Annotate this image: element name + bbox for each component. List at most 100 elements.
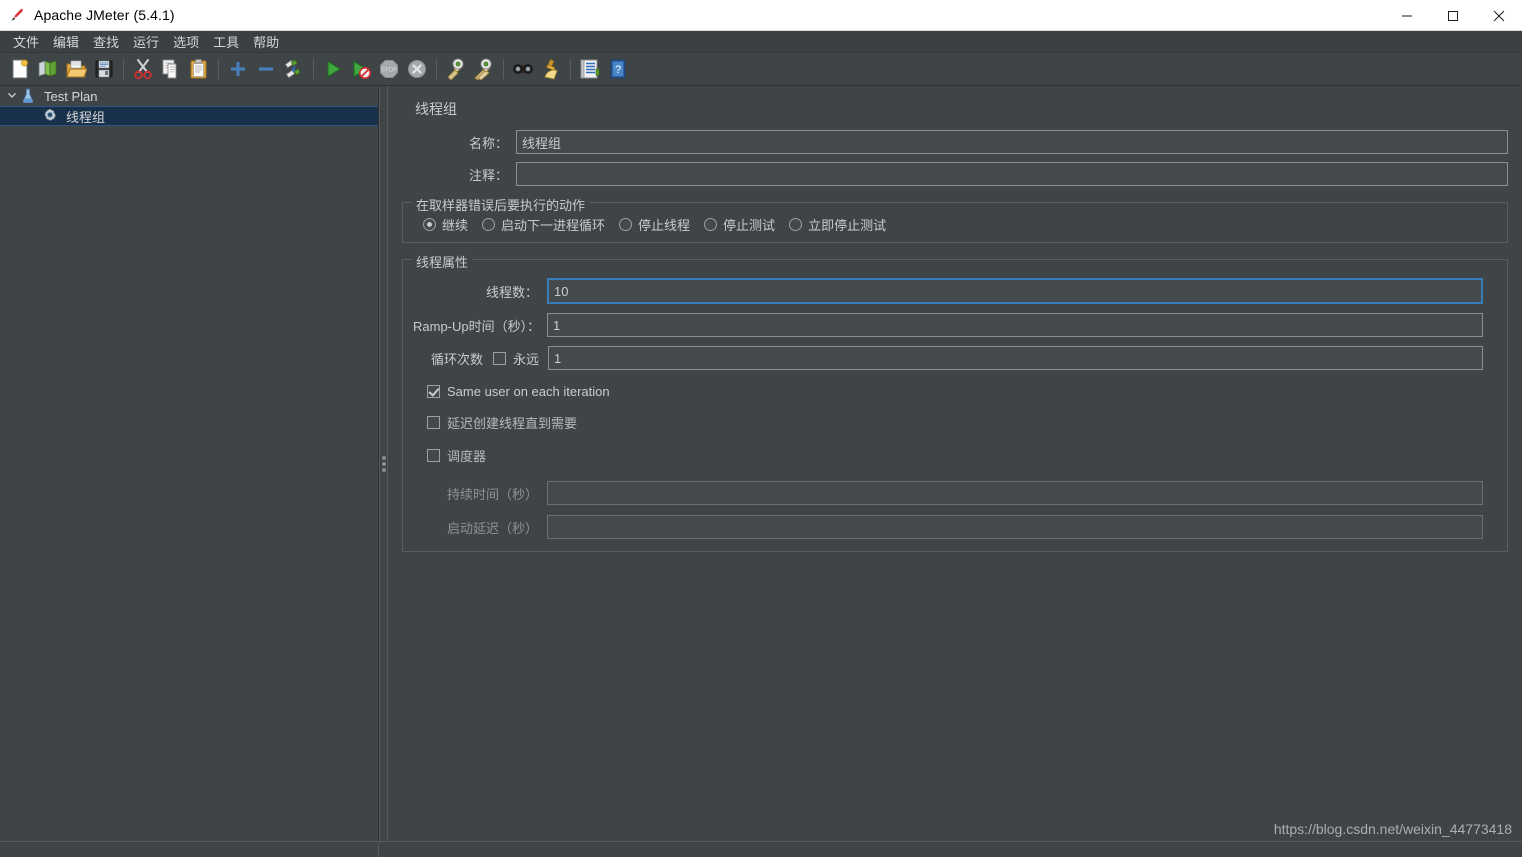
splitter-grip-icon xyxy=(381,455,386,472)
duration-input[interactable] xyxy=(547,481,1483,505)
name-field-label: 名称： xyxy=(468,135,508,151)
radio-stop-test-label: 停止测试 xyxy=(723,218,776,233)
test-plan-tree[interactable]: Test Plan 线程组 xyxy=(0,86,379,841)
thread-properties-group: 线程属性 线程数： 10 Ramp-Up时间（秒）： 1 循环次数 永远 1 S… xyxy=(402,252,1508,552)
clear-icon[interactable] xyxy=(443,56,469,82)
menu-run[interactable]: 运行 xyxy=(126,30,166,53)
duration-label: 持续时间（秒） xyxy=(446,486,538,502)
delay-thread-creation-checkbox-label: 延迟创建线程直到需要 xyxy=(447,416,578,431)
status-bar-right xyxy=(379,842,1522,857)
search-icon[interactable] xyxy=(510,56,536,82)
startup-delay-input[interactable] xyxy=(547,515,1483,539)
chevron-down-icon[interactable] xyxy=(4,90,20,103)
menu-help[interactable]: 帮助 xyxy=(246,30,286,53)
comment-field-label: 注释： xyxy=(468,167,508,183)
forever-checkbox[interactable]: 永远 xyxy=(493,349,540,368)
radio-stop-test[interactable]: 停止测试 xyxy=(704,215,775,234)
minimize-button[interactable] xyxy=(1384,0,1430,31)
delay-thread-creation-checkbox[interactable]: 延迟创建线程直到需要 xyxy=(427,413,1497,432)
radio-continue[interactable]: 继续 xyxy=(423,215,468,234)
scheduler-checkbox[interactable]: 调度器 xyxy=(427,446,1497,465)
delay-thread-creation-checkbox-indicator[interactable] xyxy=(427,416,440,429)
radio-stop-test-now-indicator[interactable] xyxy=(789,218,803,231)
forever-checkbox-label: 永远 xyxy=(513,351,540,367)
sampler-error-action-group: 在取样器错误后要执行的动作 继续 启动下一进程循环 停止线程 停止测试 立即停止… xyxy=(402,195,1508,243)
thread-group-gear-icon xyxy=(42,108,60,124)
start-no-timers-icon[interactable] xyxy=(348,56,374,82)
toggle-icon[interactable] xyxy=(281,56,307,82)
toolbar: STOP ? xyxy=(0,53,1522,86)
menu-search[interactable]: 查找 xyxy=(86,30,126,53)
stop-icon[interactable]: STOP xyxy=(376,56,402,82)
num-threads-input[interactable]: 10 xyxy=(547,278,1483,304)
svg-text:?: ? xyxy=(615,64,621,76)
radio-stop-test-indicator[interactable] xyxy=(704,218,718,231)
page-title: 线程组 xyxy=(415,101,457,117)
jmeter-feather-icon xyxy=(9,7,25,23)
start-icon[interactable] xyxy=(320,56,346,82)
paste-icon[interactable] xyxy=(186,56,212,82)
radio-start-next-loop[interactable]: 启动下一进程循环 xyxy=(482,215,605,234)
radio-stop-thread-label: 停止线程 xyxy=(638,218,691,233)
tree-node-thread-group[interactable]: 线程组 xyxy=(0,106,378,126)
tree-node-test-plan[interactable]: Test Plan xyxy=(0,86,378,106)
radio-start-next-loop-label: 启动下一进程循环 xyxy=(501,218,606,233)
shutdown-icon[interactable] xyxy=(404,56,430,82)
sampler-error-action-title: 在取样器错误后要执行的动作 xyxy=(412,195,590,214)
menu-tools[interactable]: 工具 xyxy=(206,30,246,53)
toolbar-separator xyxy=(123,59,124,79)
radio-stop-thread[interactable]: 停止线程 xyxy=(619,215,690,234)
expand-all-icon[interactable] xyxy=(225,56,251,82)
loop-count-input[interactable]: 1 xyxy=(548,346,1483,370)
clear-all-icon[interactable] xyxy=(471,56,497,82)
radio-stop-thread-indicator[interactable] xyxy=(619,218,633,231)
open-icon[interactable] xyxy=(63,56,89,82)
window-title-bar: Apache JMeter (5.4.1) xyxy=(0,0,1522,31)
toolbar-separator xyxy=(436,59,437,79)
toolbar-separator xyxy=(570,59,571,79)
radio-continue-label: 继续 xyxy=(442,218,469,233)
same-user-checkbox[interactable]: Same user on each iteration xyxy=(427,384,1497,399)
reset-search-icon[interactable] xyxy=(538,56,564,82)
templates-icon[interactable] xyxy=(35,56,61,82)
window-controls xyxy=(1384,0,1522,31)
forever-checkbox-indicator[interactable] xyxy=(493,351,506,365)
menu-edit[interactable]: 编辑 xyxy=(46,30,86,53)
scheduler-checkbox-label: 调度器 xyxy=(447,449,487,464)
toolbar-separator xyxy=(503,59,504,79)
name-input[interactable]: 线程组 xyxy=(516,130,1508,154)
scheduler-checkbox-indicator[interactable] xyxy=(427,449,440,462)
main-content: Test Plan 线程组 线程组 名称： 线程组 注释： 在取样器错误后要执行… xyxy=(0,86,1522,841)
function-helper-icon[interactable] xyxy=(577,56,603,82)
help-icon[interactable]: ? xyxy=(605,56,631,82)
maximize-button[interactable] xyxy=(1430,0,1476,31)
save-icon[interactable] xyxy=(91,56,117,82)
panel-splitter[interactable] xyxy=(379,86,388,841)
radio-start-next-loop-indicator[interactable] xyxy=(482,218,496,231)
radio-continue-indicator[interactable] xyxy=(423,218,436,231)
close-button[interactable] xyxy=(1476,0,1522,31)
cut-icon[interactable] xyxy=(130,56,156,82)
tree-node-label: 线程组 xyxy=(66,109,106,125)
radio-stop-test-now[interactable]: 立即停止测试 xyxy=(789,215,886,234)
comment-input[interactable] xyxy=(516,162,1508,186)
tree-node-label: Test Plan xyxy=(44,88,98,104)
status-bar-left xyxy=(0,842,379,857)
loop-count-label: 循环次数 xyxy=(430,351,483,367)
menu-options[interactable]: 选项 xyxy=(166,30,206,53)
menu-file[interactable]: 文件 xyxy=(6,30,46,53)
num-threads-label: 线程数： xyxy=(485,284,538,300)
test-plan-icon xyxy=(20,88,38,104)
copy-icon[interactable] xyxy=(158,56,184,82)
toolbar-separator xyxy=(218,59,219,79)
ramp-up-input[interactable]: 1 xyxy=(547,313,1483,337)
thread-group-config-panel: 线程组 名称： 线程组 注释： 在取样器错误后要执行的动作 继续 启动下一进程循… xyxy=(388,86,1522,841)
radio-stop-test-now-label: 立即停止测试 xyxy=(808,218,887,233)
window-title-text: Apache JMeter (5.4.1) xyxy=(34,7,175,23)
new-icon[interactable] xyxy=(7,56,33,82)
startup-delay-label: 启动延迟（秒） xyxy=(446,520,538,536)
status-bar xyxy=(0,841,1522,857)
collapse-all-icon[interactable] xyxy=(253,56,279,82)
same-user-checkbox-indicator[interactable] xyxy=(427,385,440,398)
menu-bar: 文件 编辑 查找 运行 选项 工具 帮助 xyxy=(0,31,1522,53)
